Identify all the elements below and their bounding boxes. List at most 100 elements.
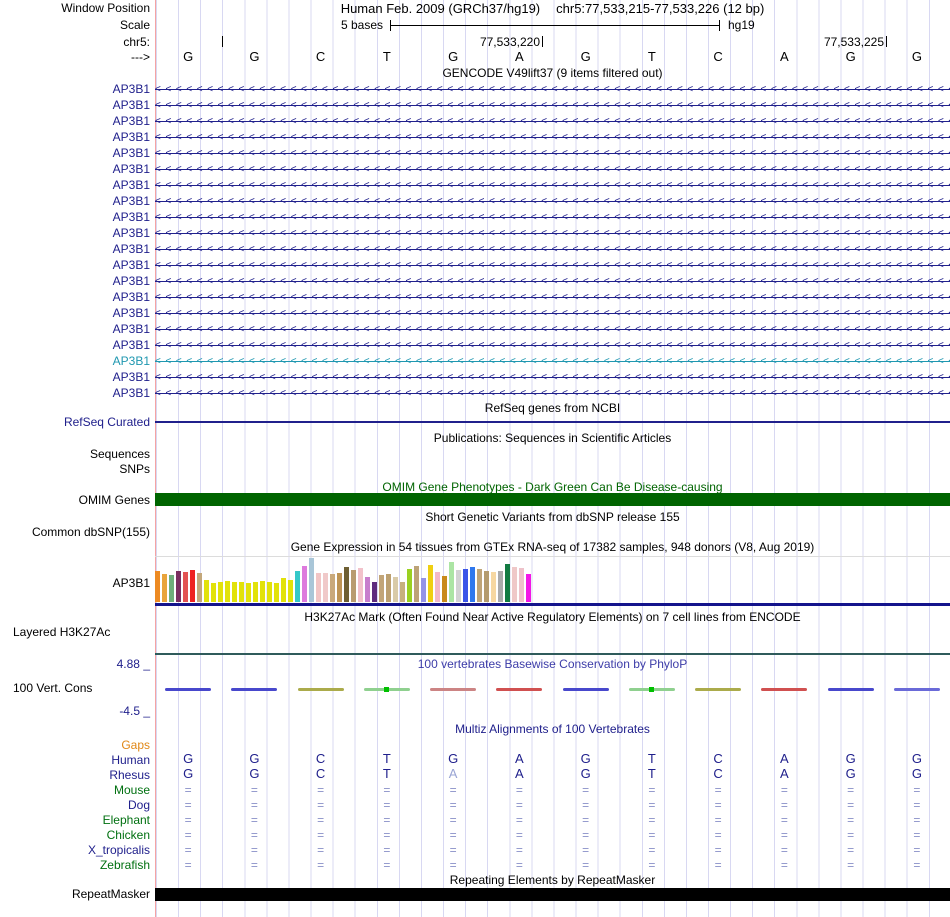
species-label[interactable]: Zebrafish <box>100 858 150 872</box>
species-label[interactable]: X_tropicalis <box>88 843 150 857</box>
gene-row[interactable]: <<<<<<<<<<<<<<<<<<<<<<<<<<<<<<<<<<<<<<<<… <box>155 113 950 129</box>
gtex-tissue-bar[interactable] <box>176 571 181 602</box>
species-label[interactable]: Chicken <box>107 828 150 842</box>
gene-row[interactable]: <<<<<<<<<<<<<<<<<<<<<<<<<<<<<<<<<<<<<<<<… <box>155 305 950 321</box>
snps-label[interactable]: SNPs <box>119 462 150 476</box>
h3k27ac-track-header[interactable]: H3K27Ac Mark (Often Found Near Active Re… <box>155 611 950 624</box>
gtex-tissue-bar[interactable] <box>246 583 251 602</box>
gene-label[interactable]: AP3B1 <box>113 226 150 240</box>
gtex-gene-label[interactable]: AP3B1 <box>113 576 150 590</box>
species-label[interactable]: Elephant <box>103 813 150 827</box>
gtex-tissue-bar[interactable] <box>519 568 524 602</box>
gtex-tissue-bar[interactable] <box>323 573 328 602</box>
gtex-tissue-bar[interactable] <box>169 575 174 602</box>
gene-row[interactable]: <<<<<<<<<<<<<<<<<<<<<<<<<<<<<<<<<<<<<<<<… <box>155 337 950 353</box>
gtex-tissue-bar[interactable] <box>281 578 286 602</box>
gene-row[interactable]: <<<<<<<<<<<<<<<<<<<<<<<<<<<<<<<<<<<<<<<<… <box>155 177 950 193</box>
gtex-tissue-bar[interactable] <box>358 568 363 602</box>
phylop-segment[interactable] <box>695 688 742 691</box>
repeatmasker-track-header[interactable]: Repeating Elements by RepeatMasker <box>155 874 950 887</box>
phylop-segment[interactable] <box>827 688 874 691</box>
gene-row[interactable]: <<<<<<<<<<<<<<<<<<<<<<<<<<<<<<<<<<<<<<<<… <box>155 353 950 369</box>
gene-row[interactable]: <<<<<<<<<<<<<<<<<<<<<<<<<<<<<<<<<<<<<<<<… <box>155 97 950 113</box>
refseq-curated-item[interactable] <box>155 421 950 423</box>
gene-label[interactable]: AP3B1 <box>113 354 150 368</box>
gene-row[interactable]: <<<<<<<<<<<<<<<<<<<<<<<<<<<<<<<<<<<<<<<<… <box>155 241 950 257</box>
phylop-segment[interactable] <box>562 688 609 691</box>
gene-label[interactable]: AP3B1 <box>113 242 150 256</box>
gtex-tissue-bar[interactable] <box>463 569 468 602</box>
gtex-tissue-bar[interactable] <box>211 583 216 602</box>
species-label[interactable]: Rhesus <box>109 768 150 782</box>
gtex-tissue-bar[interactable] <box>267 582 272 602</box>
gtex-tissue-bar[interactable] <box>183 572 188 602</box>
gene-label[interactable]: AP3B1 <box>113 114 150 128</box>
gtex-tissue-bar[interactable] <box>316 573 321 602</box>
phylop-segment[interactable] <box>496 688 543 691</box>
gtex-tissue-bar[interactable] <box>421 578 426 602</box>
multiz-gaps-label[interactable]: Gaps <box>121 738 150 752</box>
gene-row[interactable]: <<<<<<<<<<<<<<<<<<<<<<<<<<<<<<<<<<<<<<<<… <box>155 209 950 225</box>
gene-row[interactable]: <<<<<<<<<<<<<<<<<<<<<<<<<<<<<<<<<<<<<<<<… <box>155 161 950 177</box>
gtex-tissue-bar[interactable] <box>253 582 258 602</box>
gtex-tissue-bar[interactable] <box>456 570 461 602</box>
gtex-tissue-bar[interactable] <box>449 562 454 602</box>
repeatmasker-label[interactable]: RepeatMasker <box>72 887 150 901</box>
gtex-tissue-bar[interactable] <box>526 574 531 602</box>
gtex-tissue-bar[interactable] <box>204 580 209 602</box>
phylop-segment[interactable] <box>297 688 344 691</box>
gtex-tissue-bar[interactable] <box>309 558 314 602</box>
dbsnp-label[interactable]: Common dbSNP(155) <box>32 525 150 539</box>
gtex-tissue-bar[interactable] <box>498 571 503 602</box>
gtex-tissue-bar[interactable] <box>484 571 489 602</box>
species-label[interactable]: Human <box>111 753 150 767</box>
gene-row[interactable]: <<<<<<<<<<<<<<<<<<<<<<<<<<<<<<<<<<<<<<<<… <box>155 289 950 305</box>
omim-gene-bar[interactable] <box>155 493 950 506</box>
h3k27ac-label[interactable]: Layered H3K27Ac <box>13 625 110 639</box>
phylop-segment[interactable] <box>430 688 477 691</box>
gtex-tissue-bar[interactable] <box>288 580 293 602</box>
gene-row[interactable]: <<<<<<<<<<<<<<<<<<<<<<<<<<<<<<<<<<<<<<<<… <box>155 81 950 97</box>
gtex-tissue-bar[interactable] <box>218 582 223 602</box>
gene-row[interactable]: <<<<<<<<<<<<<<<<<<<<<<<<<<<<<<<<<<<<<<<<… <box>155 385 950 401</box>
gtex-tissue-bar[interactable] <box>428 565 433 602</box>
phylop-segment[interactable] <box>165 688 212 691</box>
sequences-label[interactable]: Sequences <box>90 447 150 461</box>
phylop-label[interactable]: 100 Vert. Cons <box>13 681 92 695</box>
gene-label[interactable]: AP3B1 <box>113 306 150 320</box>
refseq-curated-label[interactable]: RefSeq Curated <box>64 415 150 429</box>
phylop-segment[interactable] <box>761 688 808 691</box>
gtex-tissue-bar[interactable] <box>379 575 384 602</box>
refseq-track-header[interactable]: RefSeq genes from NCBI <box>155 402 950 415</box>
gtex-tissue-bar[interactable] <box>365 577 370 602</box>
gtex-tissue-bar[interactable] <box>442 576 447 602</box>
gtex-tissue-bar[interactable] <box>386 574 391 602</box>
gene-label[interactable]: AP3B1 <box>113 386 150 400</box>
gene-label[interactable]: AP3B1 <box>113 146 150 160</box>
gtex-tissue-bar[interactable] <box>239 582 244 602</box>
gene-row[interactable]: <<<<<<<<<<<<<<<<<<<<<<<<<<<<<<<<<<<<<<<<… <box>155 321 950 337</box>
omim-genes-label[interactable]: OMIM Genes <box>79 493 150 507</box>
species-label[interactable]: Mouse <box>114 783 150 797</box>
gene-label[interactable]: AP3B1 <box>113 290 150 304</box>
gene-label[interactable]: AP3B1 <box>113 82 150 96</box>
gtex-tissue-bar[interactable] <box>372 582 377 602</box>
gtex-tissue-bar[interactable] <box>190 570 195 602</box>
gtex-tissue-bar[interactable] <box>225 581 230 602</box>
gtex-tissue-bar[interactable] <box>302 566 307 602</box>
gtex-tissue-bar[interactable] <box>155 571 160 602</box>
gene-label[interactable]: AP3B1 <box>113 338 150 352</box>
gene-label[interactable]: AP3B1 <box>113 258 150 272</box>
gtex-tissue-bar[interactable] <box>337 573 342 602</box>
gtex-tissue-bar[interactable] <box>477 569 482 602</box>
gencode-track-header[interactable]: GENCODE V49lift37 (9 items filtered out) <box>155 67 950 80</box>
gtex-tissue-bar[interactable] <box>330 574 335 602</box>
gtex-tissue-bar[interactable] <box>344 567 349 602</box>
gtex-tissue-bar[interactable] <box>197 573 202 602</box>
gene-label[interactable]: AP3B1 <box>113 162 150 176</box>
gtex-tissue-bar[interactable] <box>470 567 475 602</box>
gtex-tissue-bar[interactable] <box>491 572 496 602</box>
gene-label[interactable]: AP3B1 <box>113 210 150 224</box>
gene-label[interactable]: AP3B1 <box>113 194 150 208</box>
gtex-tissue-bar[interactable] <box>393 577 398 602</box>
